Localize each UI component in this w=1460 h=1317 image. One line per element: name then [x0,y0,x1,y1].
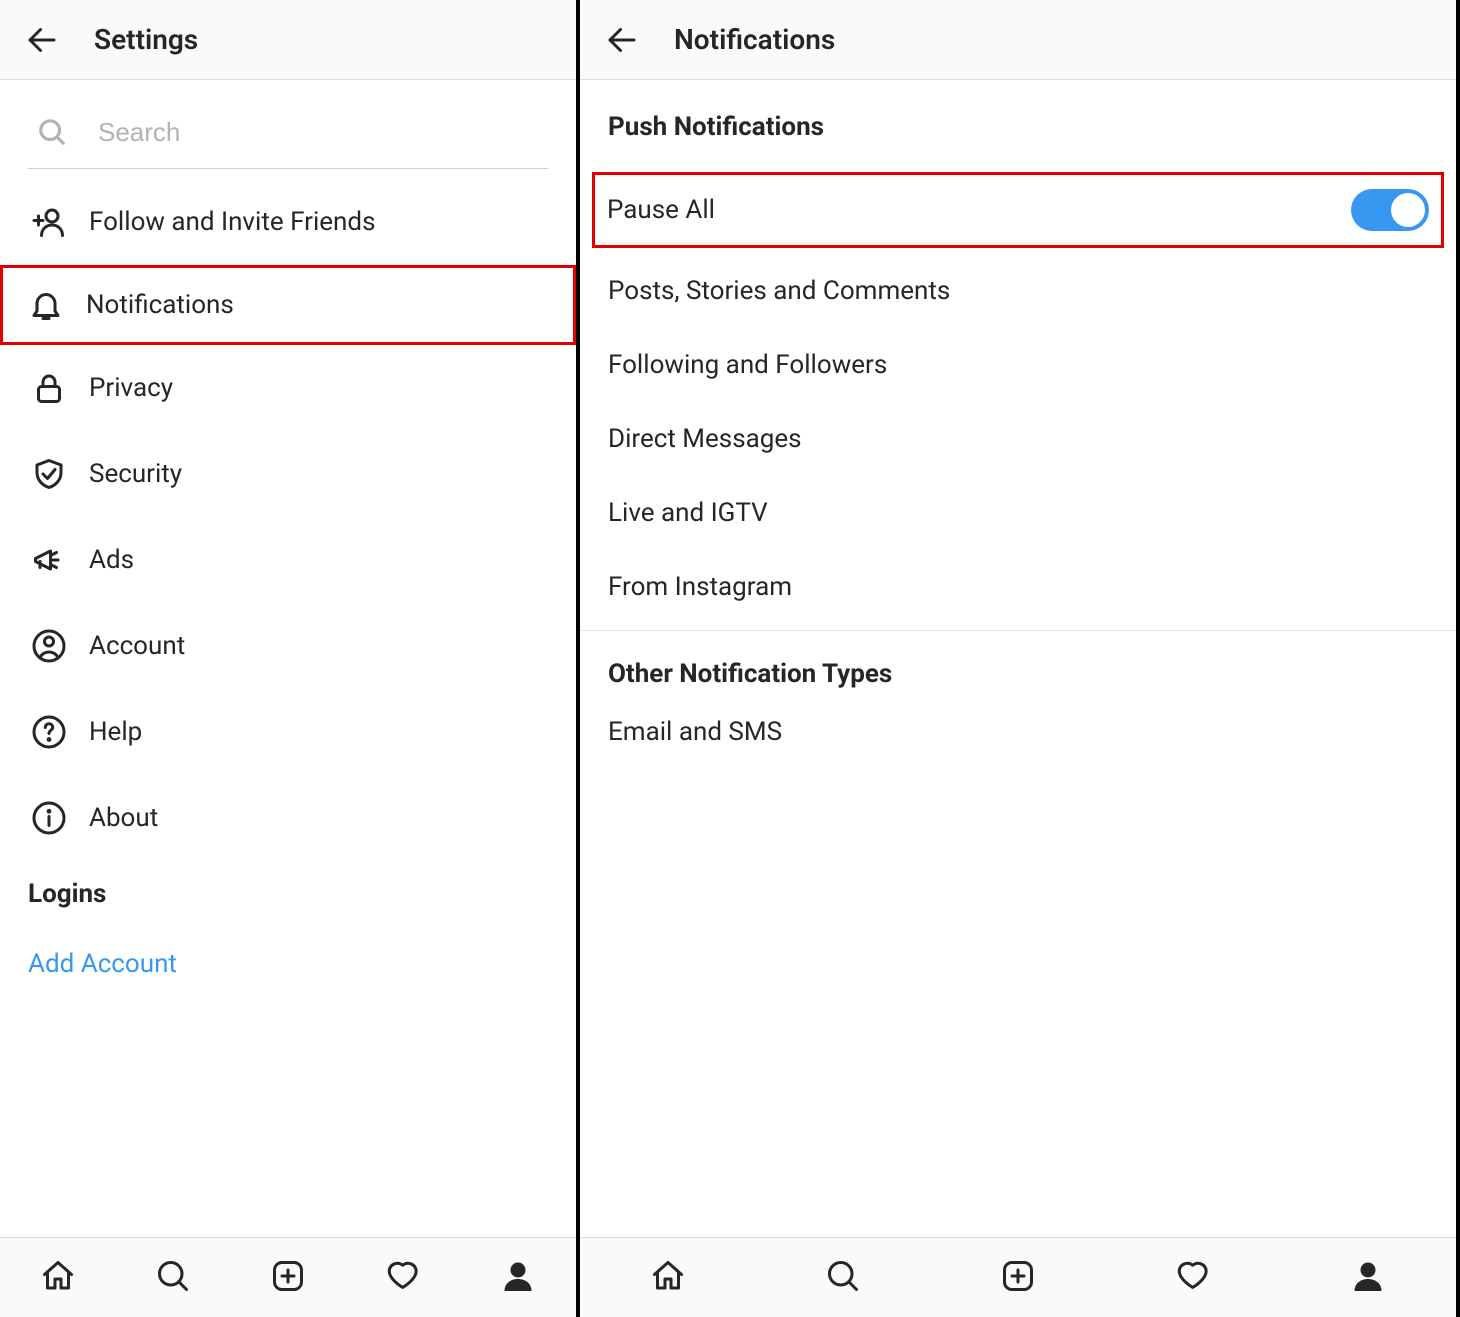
nav-search[interactable] [825,1258,861,1298]
pause-all-toggle[interactable] [1351,189,1429,231]
plus-square-icon [270,1258,306,1298]
notif-row-label: From Instagram [608,572,792,602]
profile-icon [500,1258,536,1298]
notif-row-live[interactable]: Live and IGTV [580,476,1456,550]
notif-row-label: Pause All [607,195,715,225]
notif-row-posts[interactable]: Posts, Stories and Comments [580,254,1456,328]
nav-profile[interactable] [1350,1258,1386,1298]
notifications-content: Push Notifications Pause All Posts, Stor… [580,80,1456,1237]
help-icon [31,714,67,750]
search-bar[interactable] [28,104,548,169]
nav-add[interactable] [1000,1258,1036,1298]
notif-row-pause-all[interactable]: Pause All [592,172,1444,248]
menu-item-label: Follow and Invite Friends [89,207,376,237]
menu-item-ads[interactable]: Ads [0,517,576,603]
menu-item-label: About [89,803,158,833]
search-input[interactable] [98,117,542,148]
menu-item-account[interactable]: Account [0,603,576,689]
nav-profile[interactable] [500,1258,536,1298]
settings-content: Follow and Invite Friends Notifications … [0,80,576,1237]
menu-item-label: Privacy [89,373,173,403]
menu-item-follow[interactable]: Follow and Invite Friends [0,179,576,265]
nav-activity[interactable] [1175,1258,1211,1298]
search-icon [34,114,70,150]
menu-item-label: Security [89,459,182,489]
logins-section-title: Logins [0,861,576,919]
notif-row-label: Live and IGTV [608,498,768,528]
menu-item-label: Account [89,631,185,661]
notif-row-label: Posts, Stories and Comments [608,276,950,306]
home-icon [40,1258,76,1298]
other-section-title: Other Notification Types [580,637,1456,695]
nav-search[interactable] [155,1258,191,1298]
profile-icon [1350,1258,1386,1298]
push-section: Push Notifications [580,80,1456,166]
bottom-nav-left [0,1237,576,1317]
push-section-title: Push Notifications [608,112,1428,142]
back-button-settings[interactable] [24,22,60,58]
settings-title: Settings [94,23,198,56]
notifications-title: Notifications [674,23,835,56]
arrow-left-icon [604,22,640,58]
menu-item-about[interactable]: About [0,775,576,861]
user-circle-icon [31,628,67,664]
nav-add[interactable] [270,1258,306,1298]
add-account-link[interactable]: Add Account [0,919,576,1009]
lock-icon [31,370,67,406]
search-icon [155,1258,191,1298]
notif-row-email-sms[interactable]: Email and SMS [580,695,1456,769]
menu-item-notifications[interactable]: Notifications [0,265,576,345]
menu-item-label: Notifications [86,290,234,320]
notifications-header: Notifications [580,0,1456,80]
heart-icon [385,1258,421,1298]
notif-row-following[interactable]: Following and Followers [580,328,1456,402]
menu-item-security[interactable]: Security [0,431,576,517]
nav-activity[interactable] [385,1258,421,1298]
bell-icon [28,287,64,323]
menu-item-label: Ads [89,545,134,575]
divider [580,630,1456,631]
megaphone-icon [31,542,67,578]
heart-icon [1175,1258,1211,1298]
user-plus-icon [31,204,67,240]
info-icon [31,800,67,836]
menu-item-label: Help [89,717,142,747]
arrow-left-icon [24,22,60,58]
back-button-notifications[interactable] [604,22,640,58]
notif-row-label: Following and Followers [608,350,887,380]
search-icon [825,1258,861,1298]
bottom-nav-right [580,1237,1456,1317]
plus-square-icon [1000,1258,1036,1298]
notif-row-direct[interactable]: Direct Messages [580,402,1456,476]
menu-item-privacy[interactable]: Privacy [0,345,576,431]
toggle-knob [1391,193,1425,227]
notif-row-from-ig[interactable]: From Instagram [580,550,1456,624]
notif-row-label: Direct Messages [608,424,802,454]
menu-item-help[interactable]: Help [0,689,576,775]
notif-row-label: Email and SMS [608,717,782,747]
search-wrap [0,80,576,179]
settings-header: Settings [0,0,576,80]
nav-home[interactable] [40,1258,76,1298]
nav-home[interactable] [650,1258,686,1298]
notifications-pane: Notifications Push Notifications Pause A… [580,0,1460,1317]
home-icon [650,1258,686,1298]
shield-icon [31,456,67,492]
settings-pane: Settings Follow and Invite Friends Notif… [0,0,580,1317]
